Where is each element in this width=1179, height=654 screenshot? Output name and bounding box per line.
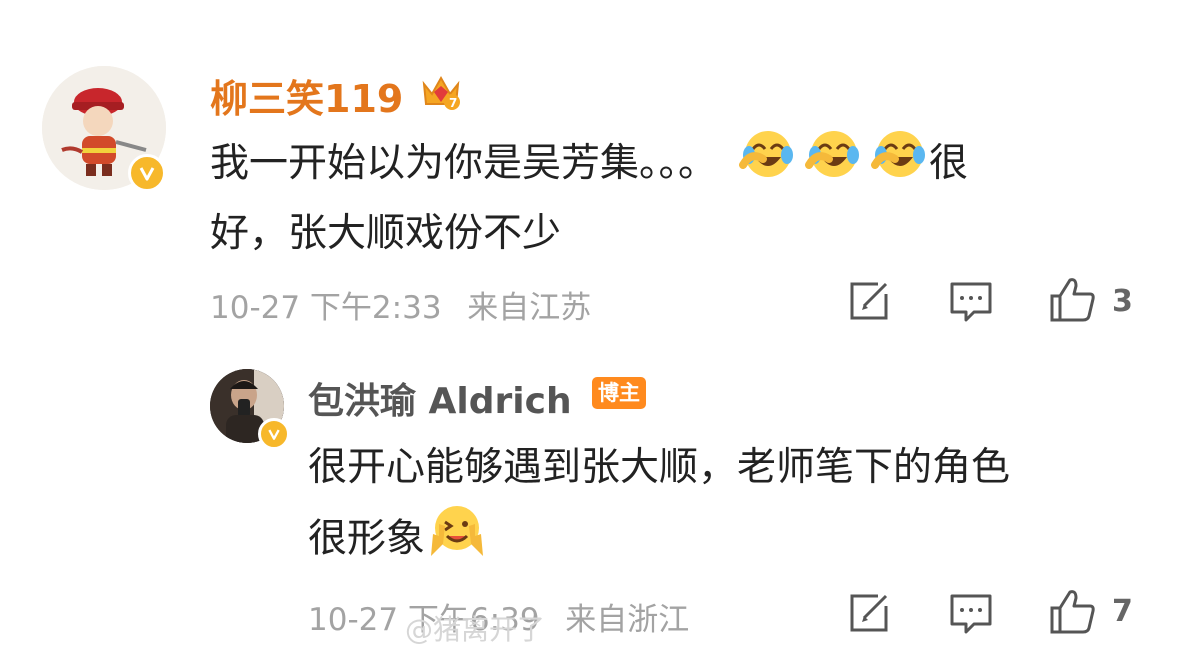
reply-text-line1: 很开心能够遇到张大顺，老师笔下的角色 bbox=[308, 445, 1011, 490]
laugh-cry-emoji bbox=[871, 129, 929, 203]
blogger-badge: 博主 bbox=[592, 377, 646, 409]
comment-date: 10-27 下午2:33 bbox=[210, 290, 442, 326]
laugh-cry-emoji bbox=[805, 129, 863, 203]
comment-text-part1: 我一开始以为你是吴芳集。。。 bbox=[210, 141, 718, 186]
comment-location: 来自江苏 bbox=[467, 290, 592, 326]
comment-text-part2: 很 bbox=[929, 141, 969, 186]
reply-text-line2: 很形象 bbox=[308, 500, 489, 582]
verified-icon bbox=[258, 418, 290, 450]
commenter-name[interactable]: 柳三笑119 bbox=[210, 68, 403, 123]
comment-text-line2: 好，张大顺戏份不少 bbox=[210, 211, 562, 256]
verified-icon bbox=[128, 154, 166, 192]
comment-icon[interactable] bbox=[948, 592, 994, 636]
edit-icon[interactable] bbox=[848, 592, 892, 634]
svg-text:7: 7 bbox=[449, 96, 457, 110]
like-icon[interactable] bbox=[1048, 276, 1098, 324]
comment-icon[interactable] bbox=[948, 280, 994, 324]
like-count: 7 bbox=[1112, 594, 1133, 629]
replier-name[interactable]: 包洪瑜 Aldrich bbox=[308, 372, 572, 424]
crown-level-icon: 7 bbox=[418, 70, 464, 118]
edit-icon[interactable] bbox=[848, 280, 892, 322]
reply-location: 来自浙江 bbox=[565, 602, 690, 638]
laugh-cry-emoji bbox=[739, 129, 797, 203]
like-icon[interactable] bbox=[1048, 588, 1098, 636]
comment-text: 我一开始以为你是吴芳集。。。 很 bbox=[210, 128, 968, 203]
yeah-emoji bbox=[425, 500, 489, 582]
reply-text-part: 很形象 bbox=[308, 516, 426, 562]
like-count: 3 bbox=[1112, 284, 1133, 319]
watermark: @猪离开了 bbox=[405, 613, 546, 646]
comment-meta: 10-27 下午2:33 来自江苏 bbox=[210, 282, 591, 327]
